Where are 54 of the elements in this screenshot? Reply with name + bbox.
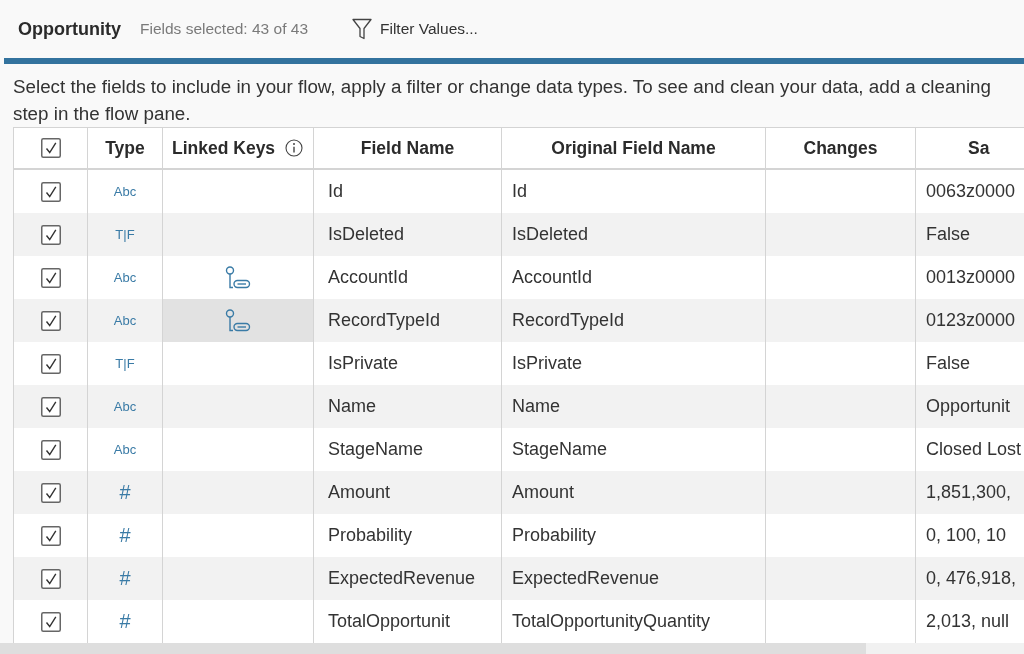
filter-values-button[interactable]: Filter Values... (350, 16, 480, 42)
checkbox[interactable] (40, 396, 61, 417)
column-header[interactable]: Linked Keys (172, 137, 276, 159)
checkbox[interactable] (40, 611, 61, 632)
checkbox[interactable] (40, 439, 61, 460)
checkbox[interactable] (40, 310, 61, 331)
checkbox[interactable] (40, 138, 61, 158)
instructions-text: Select the fields to include in your flow, apply a filter or change data types. To see and clean your data, add a cleaning step in the flow pane. (12, 75, 992, 126)
checkbox[interactable] (40, 224, 61, 245)
data-type-label[interactable]: Abc (111, 399, 139, 414)
data-type-label[interactable]: Abc (111, 313, 139, 328)
scrollbar-thumb[interactable] (0, 643, 866, 654)
column-header[interactable]: Sa (916, 128, 1024, 168)
checkbox[interactable] (40, 525, 61, 546)
table-cell-text: 2,013, null (925, 610, 1011, 633)
info-icon[interactable] (285, 139, 304, 157)
data-type-label[interactable]: T|F (113, 227, 137, 242)
data-type-label[interactable]: # (117, 610, 133, 633)
data-type-label[interactable]: # (117, 524, 133, 547)
table-row[interactable]: Abc RecordTypeId RecordTypeId 0123z0000 (14, 299, 1024, 342)
checkbox[interactable] (40, 353, 61, 374)
table-title: Opportunity (18, 18, 121, 40)
data-type-label[interactable]: # (117, 567, 133, 590)
table-cell-text: 0, 100, 10 (925, 524, 1008, 547)
data-type-label[interactable]: Abc (111, 270, 139, 285)
data-type-label[interactable]: Abc (111, 442, 139, 457)
table-row[interactable]: Abc Name Name Opportunit (14, 385, 1024, 428)
table-cell-text: Opportunit (925, 395, 1012, 418)
checkbox[interactable] (40, 267, 61, 288)
checkbox[interactable] (40, 482, 61, 503)
data-type-label[interactable]: # (117, 481, 133, 504)
data-type-label[interactable]: T|F (113, 356, 137, 371)
column-header[interactable]: Changes (766, 128, 916, 168)
filter-icon (352, 18, 372, 40)
table-row[interactable]: # Amount Amount 1,851,300, (14, 471, 1024, 514)
table-cell-text: 1,851,300, (925, 481, 1013, 504)
table-cell-text: False (925, 223, 971, 246)
table-cell-text: 0123z0000 (925, 309, 1017, 332)
table-row[interactable]: T|F IsDeleted IsDeleted False (14, 213, 1024, 256)
horizontal-scrollbar[interactable] (0, 643, 1024, 654)
table-cell-text: 0063z0000 (925, 180, 1017, 203)
checkbox[interactable] (40, 568, 61, 589)
column-header[interactable]: Type (88, 128, 163, 168)
fields-selected-count: Fields selected: 43 of 43 (140, 20, 308, 38)
column-header[interactable]: Field Name (314, 128, 502, 168)
column-header[interactable]: Original Field Name (502, 128, 766, 168)
checkbox[interactable] (40, 181, 61, 202)
table-cell-text: 0013z0000 (925, 266, 1017, 289)
table-row[interactable]: # ExpectedRevenue ExpectedRevenue 0, 476,918, (14, 557, 1024, 600)
table-cell-text: False (925, 352, 971, 375)
table-cell-text: 0, 476,918, (925, 567, 1018, 590)
data-type-label[interactable]: Abc (111, 184, 139, 199)
linked-keys-cell[interactable] (163, 299, 314, 342)
table-cell-text: Closed Lost (925, 438, 1023, 461)
